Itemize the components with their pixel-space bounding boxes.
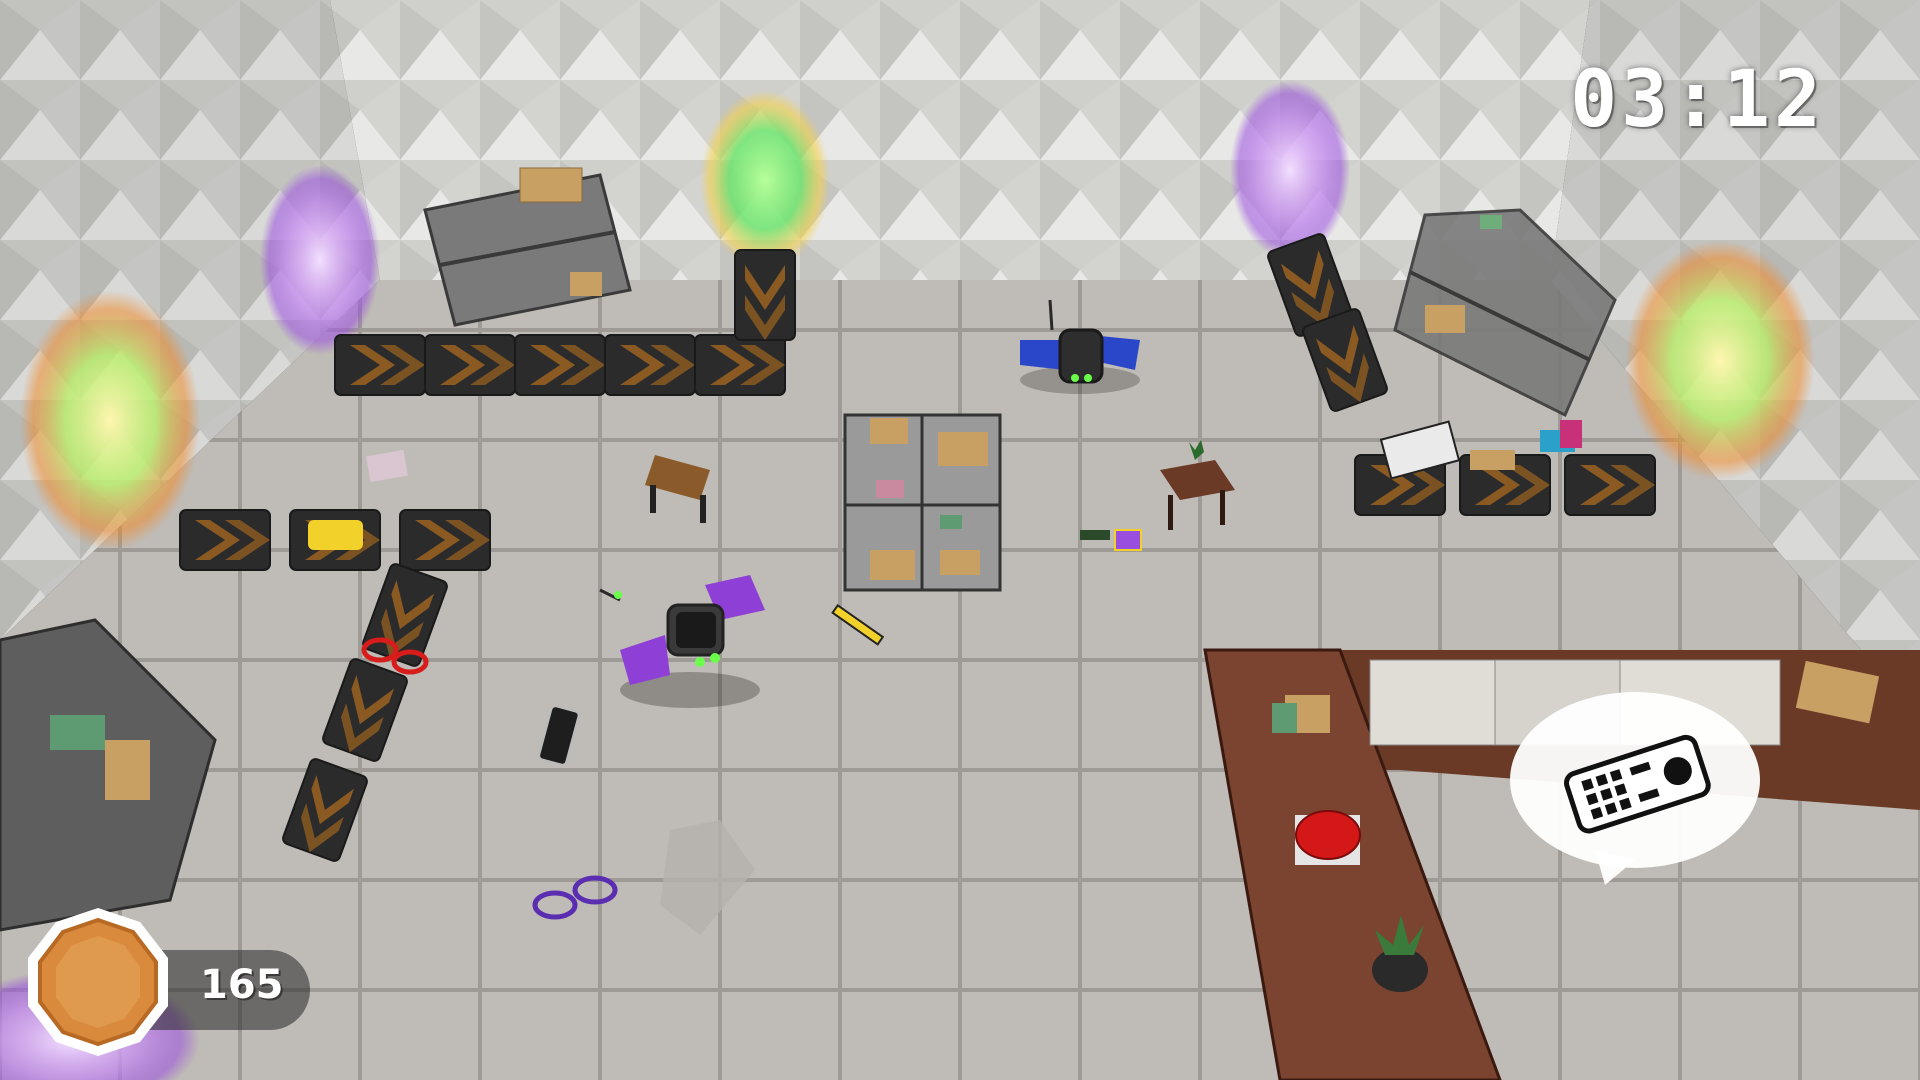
center-shelves [843, 413, 1002, 592]
countdown-timer: 03:12 [1570, 55, 1825, 145]
portal-green-back [700, 90, 830, 270]
item-request-bubble [1510, 692, 1760, 885]
coin-count: 165 [200, 962, 284, 1008]
portal-yellow-left [20, 290, 200, 550]
coin-icon [28, 908, 168, 1056]
purple-eraser-item [1114, 529, 1142, 551]
portal-purple-back-right [1230, 80, 1350, 260]
yellow-sock-item [308, 520, 363, 550]
portal-purple-back-left [260, 165, 380, 355]
portal-green-right [1625, 240, 1815, 480]
red-button[interactable] [1295, 810, 1361, 865]
coin-counter: 165 [0, 890, 330, 1080]
green-marker-item [1080, 530, 1110, 540]
